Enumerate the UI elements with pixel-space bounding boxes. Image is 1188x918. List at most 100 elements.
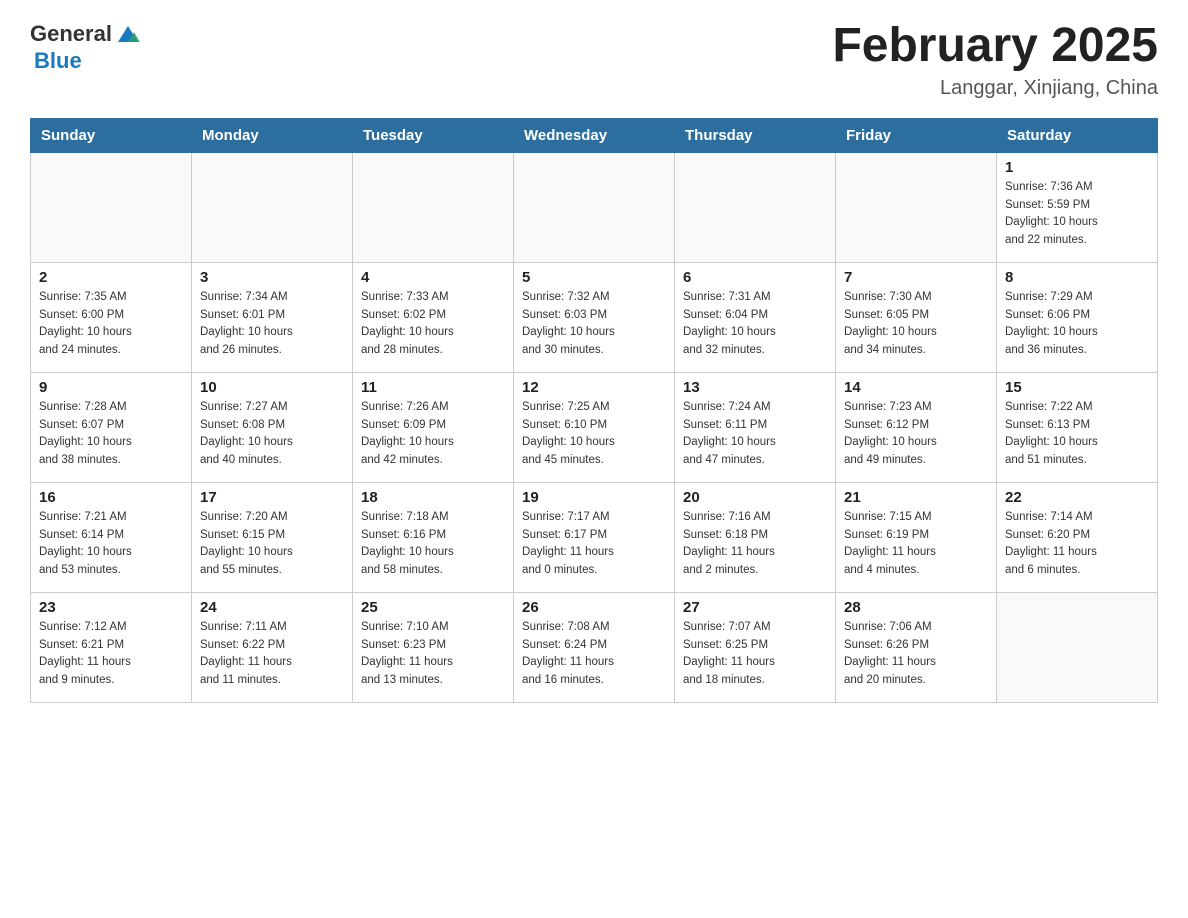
weekday-header-thursday: Thursday — [675, 118, 836, 152]
day-info: Sunrise: 7:30 AM Sunset: 6:05 PM Dayligh… — [844, 289, 988, 360]
day-info: Sunrise: 7:15 AM Sunset: 6:19 PM Dayligh… — [844, 509, 988, 580]
day-info: Sunrise: 7:08 AM Sunset: 6:24 PM Dayligh… — [522, 619, 666, 690]
weekday-header-monday: Monday — [192, 118, 353, 152]
calendar-day-cell: 9 Sunrise: 7:28 AM Sunset: 6:07 PM Daylig… — [31, 372, 192, 482]
day-number: 28 — [844, 599, 988, 616]
weekday-header-sunday: Sunday — [31, 118, 192, 152]
day-info: Sunrise: 7:27 AM Sunset: 6:08 PM Dayligh… — [200, 399, 344, 470]
day-number: 3 — [200, 269, 344, 286]
day-info: Sunrise: 7:22 AM Sunset: 6:13 PM Dayligh… — [1005, 399, 1149, 470]
day-number: 18 — [361, 489, 505, 506]
day-info: Sunrise: 7:20 AM Sunset: 6:15 PM Dayligh… — [200, 509, 344, 580]
calendar-day-cell: 24 Sunrise: 7:11 AM Sunset: 6:22 PM Dayli… — [192, 592, 353, 702]
day-number: 1 — [1005, 159, 1149, 176]
day-info: Sunrise: 7:25 AM Sunset: 6:10 PM Dayligh… — [522, 399, 666, 470]
calendar-day-cell: 26 Sunrise: 7:08 AM Sunset: 6:24 PM Dayli… — [514, 592, 675, 702]
day-info: Sunrise: 7:17 AM Sunset: 6:17 PM Dayligh… — [522, 509, 666, 580]
day-info: Sunrise: 7:32 AM Sunset: 6:03 PM Dayligh… — [522, 289, 666, 360]
weekday-header-friday: Friday — [836, 118, 997, 152]
calendar-day-cell: 19 Sunrise: 7:17 AM Sunset: 6:17 PM Dayli… — [514, 482, 675, 592]
calendar-day-cell: 1 Sunrise: 7:36 AM Sunset: 5:59 PM Daylig… — [997, 152, 1158, 262]
day-info: Sunrise: 7:23 AM Sunset: 6:12 PM Dayligh… — [844, 399, 988, 470]
calendar-day-cell: 22 Sunrise: 7:14 AM Sunset: 6:20 PM Dayli… — [997, 482, 1158, 592]
day-number: 13 — [683, 379, 827, 396]
weekday-header-saturday: Saturday — [997, 118, 1158, 152]
title-area: February 2025 Langgar, Xinjiang, China — [832, 20, 1158, 100]
day-info: Sunrise: 7:31 AM Sunset: 6:04 PM Dayligh… — [683, 289, 827, 360]
calendar-day-cell: 18Sunrise: 7:18 AM Sunset: 6:16 PM Dayli… — [353, 482, 514, 592]
calendar-day-cell: 7 Sunrise: 7:30 AM Sunset: 6:05 PM Daylig… — [836, 262, 997, 372]
day-number: 22 — [1005, 489, 1149, 506]
header: General Blue February 2025 Langgar, Xinj… — [30, 20, 1158, 100]
calendar-table: SundayMondayTuesdayWednesdayThursdayFrid… — [30, 118, 1158, 703]
calendar-day-cell — [997, 592, 1158, 702]
logo-icon — [114, 20, 142, 48]
calendar-week-row: 16Sunrise: 7:21 AM Sunset: 6:14 PM Dayli… — [31, 482, 1158, 592]
calendar-day-cell — [514, 152, 675, 262]
calendar-day-cell — [31, 152, 192, 262]
calendar-week-row: 9 Sunrise: 7:28 AM Sunset: 6:07 PM Daylig… — [31, 372, 1158, 482]
calendar-day-cell: 6 Sunrise: 7:31 AM Sunset: 6:04 PM Daylig… — [675, 262, 836, 372]
calendar-week-row: 1 Sunrise: 7:36 AM Sunset: 5:59 PM Daylig… — [31, 152, 1158, 262]
day-info: Sunrise: 7:34 AM Sunset: 6:01 PM Dayligh… — [200, 289, 344, 360]
day-number: 8 — [1005, 269, 1149, 286]
day-info: Sunrise: 7:16 AM Sunset: 6:18 PM Dayligh… — [683, 509, 827, 580]
calendar-day-cell: 20 Sunrise: 7:16 AM Sunset: 6:18 PM Dayli… — [675, 482, 836, 592]
day-number: 11 — [361, 379, 505, 396]
logo: General Blue — [30, 20, 142, 74]
day-number: 5 — [522, 269, 666, 286]
day-number: 12 — [522, 379, 666, 396]
day-info: Sunrise: 7:28 AM Sunset: 6:07 PM Dayligh… — [39, 399, 183, 470]
day-info: Sunrise: 7:14 AM Sunset: 6:20 PM Dayligh… — [1005, 509, 1149, 580]
calendar-day-cell: 12 Sunrise: 7:25 AM Sunset: 6:10 PM Dayli… — [514, 372, 675, 482]
calendar-day-cell: 15Sunrise: 7:22 AM Sunset: 6:13 PM Dayli… — [997, 372, 1158, 482]
calendar-day-cell: 8 Sunrise: 7:29 AM Sunset: 6:06 PM Daylig… — [997, 262, 1158, 372]
calendar-week-row: 23 Sunrise: 7:12 AM Sunset: 6:21 PM Dayli… — [31, 592, 1158, 702]
day-info: Sunrise: 7:12 AM Sunset: 6:21 PM Dayligh… — [39, 619, 183, 690]
day-number: 7 — [844, 269, 988, 286]
day-info: Sunrise: 7:11 AM Sunset: 6:22 PM Dayligh… — [200, 619, 344, 690]
day-info: Sunrise: 7:10 AM Sunset: 6:23 PM Dayligh… — [361, 619, 505, 690]
calendar-day-cell: 28Sunrise: 7:06 AM Sunset: 6:26 PM Dayli… — [836, 592, 997, 702]
day-info: Sunrise: 7:26 AM Sunset: 6:09 PM Dayligh… — [361, 399, 505, 470]
weekday-header-tuesday: Tuesday — [353, 118, 514, 152]
day-number: 26 — [522, 599, 666, 616]
day-number: 19 — [522, 489, 666, 506]
day-number: 17 — [200, 489, 344, 506]
calendar-day-cell — [353, 152, 514, 262]
day-number: 6 — [683, 269, 827, 286]
calendar-day-cell: 23 Sunrise: 7:12 AM Sunset: 6:21 PM Dayli… — [31, 592, 192, 702]
day-number: 24 — [200, 599, 344, 616]
calendar-day-cell: 3 Sunrise: 7:34 AM Sunset: 6:01 PM Daylig… — [192, 262, 353, 372]
logo-general-text: General — [30, 21, 112, 47]
day-header-row: SundayMondayTuesdayWednesdayThursdayFrid… — [31, 118, 1158, 152]
logo-blue-text: Blue — [34, 48, 82, 74]
day-number: 9 — [39, 379, 183, 396]
day-info: Sunrise: 7:24 AM Sunset: 6:11 PM Dayligh… — [683, 399, 827, 470]
calendar-day-cell — [836, 152, 997, 262]
day-number: 23 — [39, 599, 183, 616]
day-info: Sunrise: 7:29 AM Sunset: 6:06 PM Dayligh… — [1005, 289, 1149, 360]
weekday-header-wednesday: Wednesday — [514, 118, 675, 152]
calendar-day-cell: 4 Sunrise: 7:33 AM Sunset: 6:02 PM Daylig… — [353, 262, 514, 372]
calendar-day-cell: 5 Sunrise: 7:32 AM Sunset: 6:03 PM Daylig… — [514, 262, 675, 372]
calendar-day-cell: 27Sunrise: 7:07 AM Sunset: 6:25 PM Dayli… — [675, 592, 836, 702]
calendar-day-cell — [675, 152, 836, 262]
day-number: 4 — [361, 269, 505, 286]
calendar-subtitle: Langgar, Xinjiang, China — [832, 77, 1158, 100]
calendar-day-cell — [192, 152, 353, 262]
day-number: 16 — [39, 489, 183, 506]
calendar-day-cell: 2 Sunrise: 7:35 AM Sunset: 6:00 PM Daylig… — [31, 262, 192, 372]
day-info: Sunrise: 7:36 AM Sunset: 5:59 PM Dayligh… — [1005, 179, 1149, 250]
calendar-day-cell: 10 Sunrise: 7:27 AM Sunset: 6:08 PM Dayli… — [192, 372, 353, 482]
calendar-day-cell: 14Sunrise: 7:23 AM Sunset: 6:12 PM Dayli… — [836, 372, 997, 482]
day-number: 2 — [39, 269, 183, 286]
day-number: 20 — [683, 489, 827, 506]
day-number: 27 — [683, 599, 827, 616]
day-number: 10 — [200, 379, 344, 396]
calendar-day-cell: 16Sunrise: 7:21 AM Sunset: 6:14 PM Dayli… — [31, 482, 192, 592]
day-info: Sunrise: 7:35 AM Sunset: 6:00 PM Dayligh… — [39, 289, 183, 360]
calendar-day-cell: 25Sunrise: 7:10 AM Sunset: 6:23 PM Dayli… — [353, 592, 514, 702]
calendar-day-cell: 17 Sunrise: 7:20 AM Sunset: 6:15 PM Dayli… — [192, 482, 353, 592]
day-info: Sunrise: 7:33 AM Sunset: 6:02 PM Dayligh… — [361, 289, 505, 360]
